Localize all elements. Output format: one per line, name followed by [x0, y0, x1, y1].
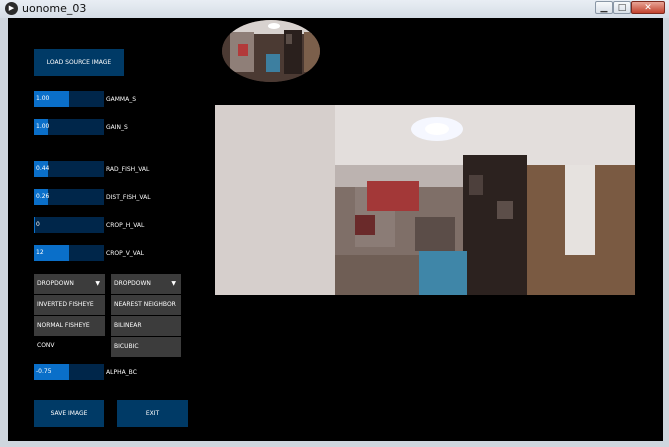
close-button[interactable]: ✕ [631, 1, 665, 14]
app-play-icon: ▶ [5, 2, 18, 15]
dropdown-label: DROPDOWN [114, 280, 151, 287]
gamma-slider[interactable]: 1.00 [34, 91, 104, 107]
gamma-label: GAMMA_S [106, 96, 137, 103]
caret-down-icon: ▼ [95, 280, 100, 287]
save-image-button[interactable]: SAVE IMAGE [34, 400, 104, 427]
maximize-button[interactable]: □ [613, 1, 631, 14]
slider-value: 12 [36, 249, 44, 256]
gain-slider[interactable]: 1.00 [34, 119, 104, 135]
crop-v-label: CROP_V_VAL [106, 250, 144, 257]
minimize-button[interactable]: ▁ [595, 1, 613, 14]
corrected-image-view [215, 105, 635, 295]
slider-value: 1.00 [36, 95, 50, 102]
gain-label: GAIN_S [106, 124, 128, 131]
slider-value: 1.00 [36, 123, 50, 130]
interpolation-dropdown[interactable]: DROPDOWN ▼ [111, 274, 181, 294]
alpha-bc-label: ALPHA_BC [106, 369, 137, 376]
crop-h-slider[interactable]: 0 [34, 217, 104, 233]
fisheye-image-drawing [222, 20, 320, 82]
app-canvas: LOAD SOURCE IMAGE 1.00 GAMMA_S 1.00 GAIN… [8, 18, 663, 441]
inverted-fisheye-conv-option[interactable]: INVERTED FISHEYE CONV [34, 295, 105, 328]
nearest-neighbor-option[interactable]: NEAREST NEIGHBOR [111, 295, 181, 315]
rad-fish-slider[interactable]: 0.44 [34, 161, 104, 177]
slider-value: -0.75 [36, 368, 52, 375]
slider-value: 0.26 [36, 193, 50, 200]
dropdown-label: DROPDOWN [37, 280, 74, 287]
title-bar: ▶ uonome_03 ▁ □ ✕ [0, 0, 669, 18]
bicubic-option[interactable]: BICUBIC [111, 337, 181, 357]
load-source-image-button[interactable]: LOAD SOURCE IMAGE [34, 49, 124, 76]
slider-value: 0 [36, 221, 40, 228]
normal-fisheye-conv-option[interactable]: NORMAL FISHEYE CONV [34, 316, 105, 349]
crop-v-slider[interactable]: 12 [34, 245, 104, 261]
dist-fish-slider[interactable]: 0.26 [34, 189, 104, 205]
crop-h-label: CROP_H_VAL [106, 222, 145, 229]
caret-down-icon: ▼ [171, 280, 176, 287]
bilinear-option[interactable]: BILINEAR [111, 316, 181, 336]
conversion-dropdown[interactable]: DROPDOWN ▼ [34, 274, 105, 294]
dist-fish-label: DIST_FISH_VAL [106, 194, 151, 201]
rad-fish-label: RAD_FISH_VAL [106, 166, 150, 173]
source-fisheye-thumbnail [222, 20, 320, 82]
window-title: uonome_03 [22, 2, 87, 15]
alpha-bc-slider[interactable]: -0.75 [34, 364, 104, 380]
slider-value: 0.44 [36, 165, 50, 172]
corrected-image-drawing [215, 105, 635, 295]
exit-button[interactable]: EXIT [117, 400, 188, 427]
